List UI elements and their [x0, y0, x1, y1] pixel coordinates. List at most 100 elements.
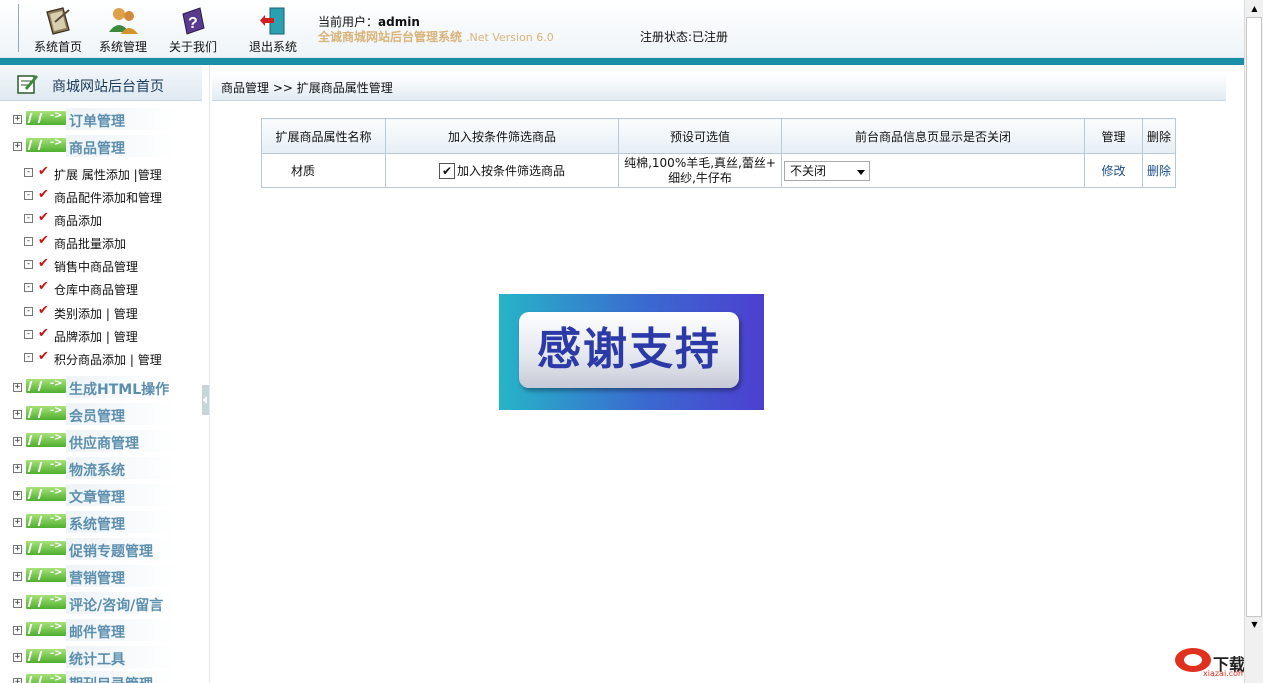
sidebar-item-warehouse: - ✔ 仓库中商品管理 — [0, 278, 202, 301]
checkmark-icon: ✔ — [38, 233, 49, 248]
display-closed-select[interactable]: 不关闭 — [784, 160, 870, 181]
thanks-banner-button: 感谢支持 — [519, 312, 739, 388]
checkmark-icon: ✔ — [38, 164, 49, 179]
expand-toggle-icon[interactable]: + — [13, 410, 22, 419]
expand-toggle-icon[interactable]: + — [13, 142, 22, 151]
scroll-down-icon[interactable]: ▼ — [1249, 620, 1260, 630]
sidebar-category-promotions[interactable]: + 促销专题管理 — [0, 536, 202, 562]
category-add-link[interactable]: 类别添加 — [54, 307, 102, 321]
sidebar-category-label: 会员管理 — [69, 409, 125, 425]
sidebar-category-marketing[interactable]: + 营销管理 — [0, 563, 202, 589]
top-header: 系统首页 系统管理 ? 关于我们 退出系统 当前用户：admin 全诚商城网站后… — [0, 0, 1244, 58]
sidebar-category-system[interactable]: + 系统管理 — [0, 509, 202, 535]
checkmark-icon: ✔ — [38, 279, 49, 294]
category-manage-link[interactable]: 管理 — [114, 307, 138, 321]
header-divider — [18, 4, 19, 52]
sidebar-category-members[interactable]: + 会员管理 — [0, 401, 202, 427]
vertical-scrollbar[interactable]: ▲ ▼ — [1244, 0, 1263, 683]
thanks-banner-text: 感谢支持 — [537, 324, 721, 375]
sidebar-title: 商城网站后台首页 — [52, 79, 164, 95]
sidebar-collapse-handle[interactable] — [202, 385, 209, 415]
collapse-toggle-icon[interactable]: - — [24, 307, 33, 316]
ext-attr-manage-link[interactable]: 管理 — [138, 168, 162, 182]
collapse-toggle-icon[interactable]: - — [24, 168, 33, 177]
table-header-row: 扩展商品属性名称 加入按条件筛选商品 预设可选值 前台商品信息页显示是否关闭 管… — [261, 118, 1176, 154]
nav-system-manage-button[interactable]: 系统管理 — [99, 4, 147, 55]
registration-status: 注册状态:已注册 — [640, 30, 729, 44]
on-sale-link[interactable]: 销售中商品管理 — [54, 258, 138, 275]
category-arrow-icon — [26, 110, 66, 125]
batch-add-link[interactable]: 商品批量添加 — [54, 235, 126, 252]
checkmark-icon: ✔ — [38, 349, 49, 364]
nav-system-manage-label: 系统管理 — [99, 40, 148, 54]
collapse-toggle-icon[interactable]: - — [24, 353, 33, 362]
expand-toggle-icon[interactable]: + — [13, 464, 22, 473]
category-arrow-icon — [26, 594, 66, 609]
collapse-toggle-icon[interactable]: - — [24, 191, 33, 200]
collapse-toggle-icon[interactable]: - — [24, 260, 33, 269]
sidebar-category-orders[interactable]: + 订单管理 — [0, 106, 202, 132]
sidebar-home-link[interactable]: 商城网站后台首页 — [0, 65, 202, 101]
sidebar-category-articles[interactable]: + 文章管理 — [0, 482, 202, 508]
scrollbar-thumb[interactable] — [1246, 17, 1262, 617]
expand-toggle-icon[interactable]: + — [13, 518, 22, 527]
sidebar-category-suppliers[interactable]: + 供应商管理 — [0, 428, 202, 454]
preset-values-cell: 纯棉,100%羊毛,真丝,蕾丝+ 细纱,牛仔布 — [618, 153, 782, 188]
expand-toggle-icon[interactable]: + — [13, 572, 22, 581]
sidebar-category-journal[interactable]: + 期刊目录管理 — [0, 669, 202, 683]
expand-toggle-icon[interactable]: + — [13, 383, 22, 392]
expand-toggle-icon[interactable]: + — [13, 491, 22, 500]
scroll-up-icon[interactable]: ▲ — [1249, 4, 1260, 14]
sidebar-item-category: - ✔ 类别添加 | 管理 — [0, 302, 202, 325]
system-name: 全诚商城网站后台管理系统 .Net Version 6.0 — [318, 28, 554, 45]
sidebar-category-label: 文章管理 — [69, 490, 125, 506]
collapse-toggle-icon[interactable]: - — [24, 237, 33, 246]
sidebar-category-products[interactable]: + 商品管理 — [0, 133, 202, 159]
nav-home-button[interactable]: 系统首页 — [34, 4, 82, 55]
brand-manage-link[interactable]: 管理 — [114, 330, 138, 344]
collapse-toggle-icon[interactable]: - — [24, 330, 33, 339]
nav-about-button[interactable]: ? 关于我们 — [169, 4, 217, 55]
points-add-link[interactable]: 积分商品添加 — [54, 353, 126, 367]
sidebar-category-logistics[interactable]: + 物流系统 — [0, 455, 202, 481]
table-row: 材质 ✔ 加入按条件筛选商品 纯棉,100%羊毛,真丝,蕾丝+ 细纱,牛仔布 不关… — [261, 153, 1176, 188]
collapse-toggle-icon[interactable]: - — [24, 214, 33, 223]
chevron-down-icon — [857, 169, 865, 175]
sidebar-category-comments[interactable]: + 评论/咨询/留言 — [0, 590, 202, 616]
product-add-link[interactable]: 商品添加 — [54, 212, 102, 229]
sidebar-category-mail[interactable]: + 邮件管理 — [0, 617, 202, 643]
sidebar-category-stats[interactable]: + 统计工具 — [0, 644, 202, 670]
col-header-display: 前台商品信息页显示是否关闭 — [781, 118, 1085, 154]
filter-checkbox[interactable]: ✔ — [438, 163, 455, 180]
collapse-toggle-icon[interactable]: - — [24, 283, 33, 292]
expand-toggle-icon[interactable]: + — [13, 545, 22, 554]
warehouse-link[interactable]: 仓库中商品管理 — [54, 281, 138, 298]
link-separator: | — [105, 330, 110, 344]
display-closed-value: 不关闭 — [790, 163, 827, 178]
delete-link[interactable]: 删除 — [1147, 164, 1171, 178]
current-user-name: admin — [378, 15, 420, 29]
brand-add-link[interactable]: 品牌添加 — [54, 330, 102, 344]
accessories-link[interactable]: 商品配件添加和管理 — [54, 189, 162, 206]
expand-toggle-icon[interactable]: + — [13, 653, 22, 662]
expand-toggle-icon[interactable]: + — [13, 437, 22, 446]
edit-link[interactable]: 修改 — [1101, 164, 1125, 178]
category-arrow-icon — [26, 513, 66, 528]
sidebar-category-html[interactable]: + 生成HTML操作 — [0, 374, 202, 400]
checkmark-icon: ✔ — [38, 326, 49, 341]
checkmark-icon: ✔ — [38, 187, 49, 202]
sidebar-item-product-add: - ✔ 商品添加 — [0, 209, 202, 232]
nav-logout-button[interactable]: 退出系统 — [249, 4, 297, 55]
expand-toggle-icon[interactable]: + — [13, 115, 22, 124]
ext-attr-add-link[interactable]: 扩展 属性添加 — [54, 168, 130, 182]
watermark-url: xiazai.com — [1203, 669, 1246, 678]
expand-toggle-icon[interactable]: + — [13, 626, 22, 635]
nav-home-label: 系统首页 — [34, 40, 83, 54]
points-manage-link[interactable]: 管理 — [138, 353, 162, 367]
ext-attribute-table: 扩展商品属性名称 加入按条件筛选商品 预设可选值 前台商品信息页显示是否关闭 管… — [261, 118, 1176, 188]
expand-toggle-icon[interactable]: + — [13, 678, 22, 683]
expand-toggle-icon[interactable]: + — [13, 599, 22, 608]
col-header-manage: 管理 — [1084, 118, 1143, 154]
breadcrumb: 商品管理 >> 扩展商品属性管理 — [212, 73, 1226, 101]
sidebar-item-brand: - ✔ 品牌添加 | 管理 — [0, 325, 202, 348]
